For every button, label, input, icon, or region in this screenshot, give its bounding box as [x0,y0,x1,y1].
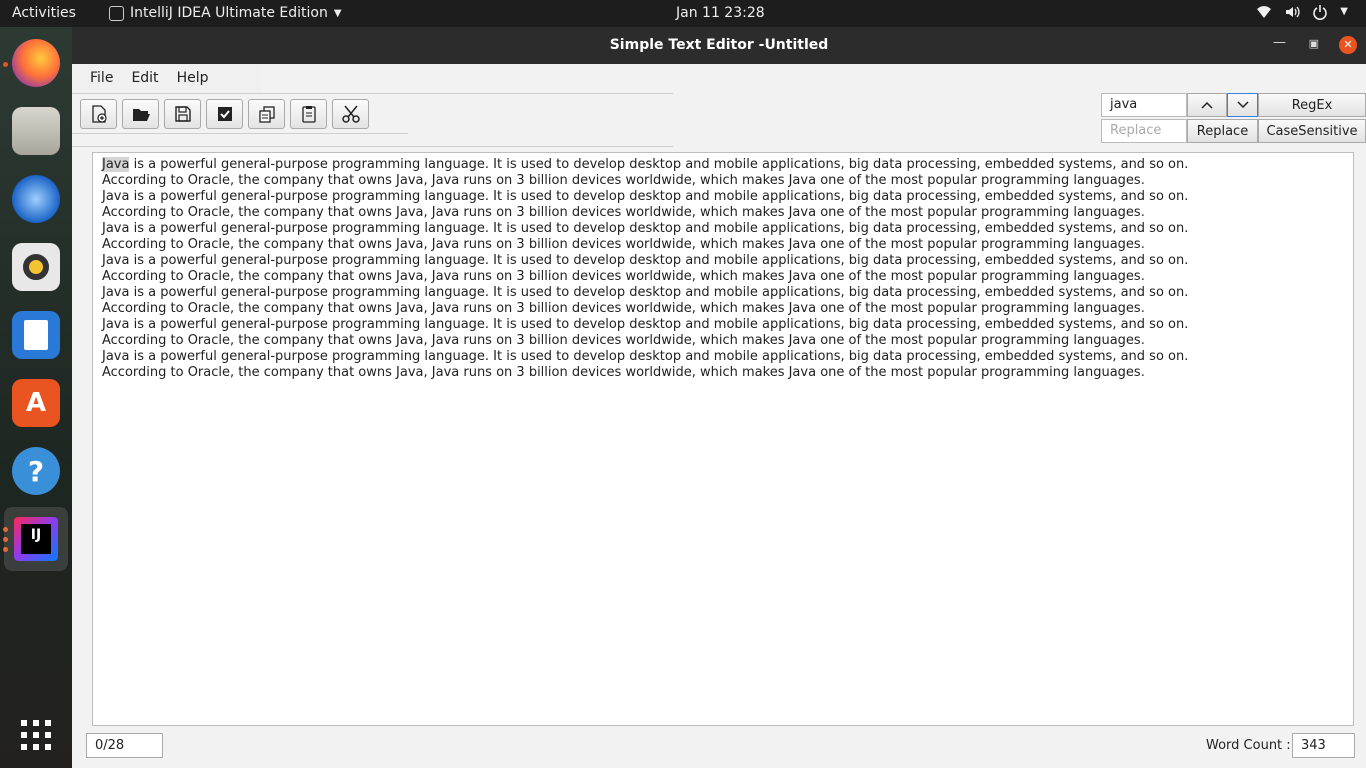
system-tray[interactable]: ▼ [1256,4,1348,20]
new-file-button[interactable] [80,99,117,129]
text-line: According to Oracle, the company that ow… [102,333,1145,348]
find-input[interactable]: java [1101,93,1187,117]
chevron-down-icon [1236,101,1249,109]
menu-edit[interactable]: Edit [122,64,167,93]
divider [72,146,673,147]
show-apps-icon[interactable] [12,711,60,759]
case-sensitive-toggle[interactable]: CaseSensitive [1258,119,1366,143]
text-line: Java is a powerful general-purpose progr… [102,349,1189,364]
save-as-icon [217,107,232,121]
files-icon[interactable] [12,107,60,155]
writer-icon[interactable] [12,311,60,359]
menu-file[interactable]: File [72,64,122,93]
find-previous-button[interactable] [1187,93,1227,117]
text-line: Java is a powerful general-purpose progr… [102,157,1344,173]
power-icon [1313,5,1328,20]
text-line-rest: is a powerful general-purpose programmin… [129,157,1189,172]
text-line: According to Oracle, the company that ow… [102,237,1145,252]
dock: A ? IJ [0,27,72,768]
text-line: Java is a powerful general-purpose progr… [102,317,1189,332]
text-line: According to Oracle, the company that ow… [102,269,1145,284]
cut-icon [341,105,360,123]
editor-window: Simple Text Editor -Untitled — ▣ ✕ File … [72,27,1366,768]
text-line: According to Oracle, the company that ow… [102,205,1145,220]
save-icon [174,106,191,122]
thunderbird-icon[interactable] [12,175,60,223]
app-menu-label: IntelliJ IDEA Ultimate Edition [130,5,328,21]
save-as-button[interactable] [206,99,243,129]
menu-bar: File Edit Help [72,64,262,93]
word-count-label: Word Count : [1206,738,1291,753]
minimize-icon[interactable]: — [1273,35,1286,50]
chevron-down-icon: ▼ [333,7,342,19]
search-highlight: Java [102,157,130,172]
text-line: According to Oracle, the company that ow… [102,173,1145,188]
copy-button[interactable] [248,99,285,129]
chevron-down-icon: ▼ [1340,6,1348,17]
cut-button[interactable] [332,99,369,129]
rhythmbox-icon[interactable] [12,243,60,291]
text-line: According to Oracle, the company that ow… [102,301,1145,316]
clock[interactable]: Jan 11 23:28 [676,5,765,21]
copy-icon [258,106,275,123]
close-icon[interactable]: ✕ [1339,36,1357,54]
paste-button[interactable] [290,99,327,129]
match-position-field: 0/28 [86,733,163,758]
text-line: Java is a powerful general-purpose progr… [102,285,1189,300]
text-line: Java is a powerful general-purpose progr… [102,189,1189,204]
paste-icon [301,106,316,123]
text-line: According to Oracle, the company that ow… [102,365,1145,380]
chevron-up-icon [1201,101,1213,109]
system-top-bar: Activities IntelliJ IDEA Ultimate Editio… [0,0,1366,27]
regex-toggle[interactable]: RegEx [1258,93,1366,117]
firefox-icon[interactable] [12,39,60,87]
open-folder-icon [132,109,150,121]
window-title: Simple Text Editor -Untitled [609,37,829,53]
app-menu[interactable]: IntelliJ IDEA Ultimate Edition ▼ [109,5,342,21]
divider [72,133,408,134]
text-line: Java is a powerful general-purpose progr… [102,253,1189,268]
text-line: Java is a powerful general-purpose progr… [102,221,1189,236]
intellij-icon[interactable]: IJ [4,507,68,571]
maximize-icon[interactable]: ▣ [1309,37,1319,50]
software-icon[interactable]: A [12,379,60,427]
running-indicator [3,62,8,67]
replace-input[interactable]: Replace [1101,119,1187,143]
find-next-button[interactable] [1227,93,1258,117]
new-file-icon [91,105,107,123]
wifi-icon [1257,6,1272,18]
toolbar [80,99,369,129]
divider [72,93,673,94]
save-button[interactable] [164,99,201,129]
replace-button[interactable]: Replace [1187,119,1258,143]
activities-button[interactable]: Activities [12,5,76,21]
text-editor-area[interactable]: Java is a powerful general-purpose progr… [92,152,1354,726]
open-button[interactable] [122,99,159,129]
word-count-field: 343 [1292,733,1355,758]
menu-help[interactable]: Help [168,64,218,93]
title-bar[interactable]: Simple Text Editor -Untitled — ▣ ✕ [72,27,1366,64]
help-icon[interactable]: ? [12,447,60,495]
app-menu-icon [109,5,124,21]
volume-icon [1286,6,1300,18]
